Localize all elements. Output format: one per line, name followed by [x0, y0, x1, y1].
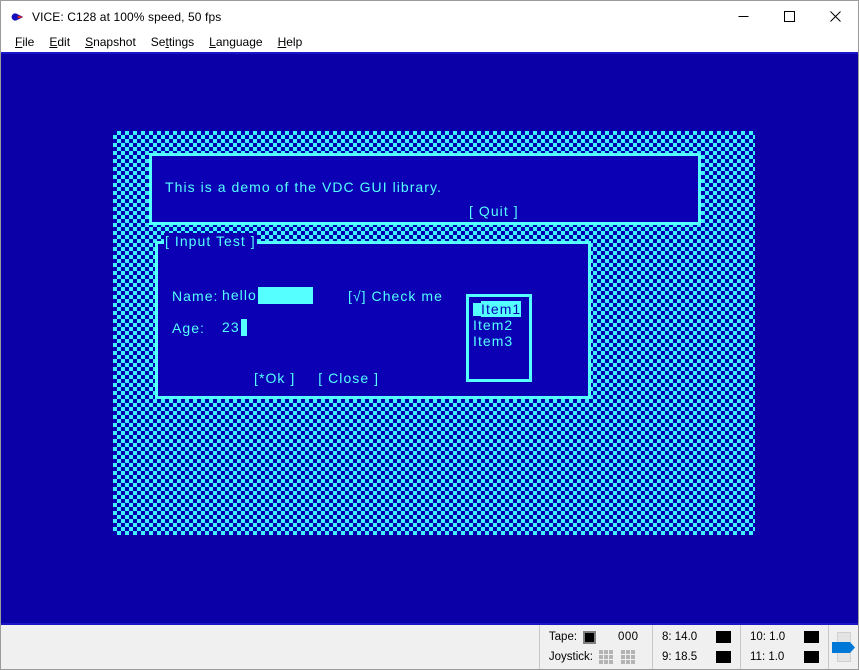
menu-label-settings-rest: tings: [168, 35, 195, 49]
input-test-dialog: [ Input Test ] Name: hello Age: 23 [√] C…: [155, 233, 591, 399]
drive-group-10-11: 10: 1.0 11: 1.0: [740, 625, 828, 669]
age-input[interactable]: 23: [221, 319, 247, 336]
title-bar: VICE: C128 at 100% speed, 50 fps: [1, 1, 858, 32]
menu-label-language-rest: anguage: [215, 35, 263, 49]
menu-label-file-rest: ile: [22, 35, 35, 49]
tape-motor-group: [828, 625, 858, 669]
menu-label-help-rest: elp: [286, 35, 303, 49]
drive-11-led-icon: [804, 651, 819, 663]
vice-emulator-window: VICE: C128 at 100% speed, 50 fps File Ed…: [0, 0, 859, 670]
drive-11-label: 11: 1.0: [750, 651, 785, 663]
maximize-icon[interactable]: [766, 1, 812, 32]
tape-joystick-group: Tape: 000 Joystick:: [538, 625, 652, 669]
list-item[interactable]: Item1: [469, 301, 529, 317]
drive-8-label: 8: 14.0: [662, 631, 698, 643]
menu-item-file[interactable]: File: [8, 33, 42, 51]
age-input-value: 23: [221, 319, 241, 336]
message-panel: This is a demo of the VDC GUI library. […: [149, 153, 701, 225]
name-input[interactable]: hello: [221, 287, 313, 304]
menu-label-snapshot-rest: napshot: [93, 35, 136, 49]
drive-9-led-icon: [716, 651, 731, 663]
menu-item-edit[interactable]: Edit: [42, 33, 78, 51]
list-item-label: Item3: [473, 333, 514, 349]
list-item-label: Item1: [481, 301, 522, 317]
menu-accel-language: L: [209, 35, 216, 49]
menu-item-help[interactable]: Help: [271, 33, 311, 51]
joystick-2-icon[interactable]: [621, 650, 635, 664]
quit-button[interactable]: [ Quit ]: [469, 203, 519, 219]
drive-8-led-icon: [716, 631, 731, 643]
tape-counter: 000: [618, 631, 639, 643]
menu-label-edit-rest: dit: [57, 35, 71, 49]
tape-status[interactable]: Tape: 000: [549, 627, 643, 647]
tape-motor-icon[interactable]: [832, 632, 855, 662]
commodore-logo-icon: [8, 9, 24, 25]
dialog-button-row: [*Ok ] [ Close ]: [254, 370, 379, 386]
list-item-label: Item2: [473, 317, 514, 333]
joystick-status[interactable]: Joystick:: [549, 647, 643, 667]
close-icon[interactable]: [812, 1, 858, 32]
ok-button[interactable]: [*Ok ]: [254, 370, 295, 386]
name-field-label: Name:: [172, 288, 219, 304]
age-field-label: Age:: [172, 320, 205, 336]
menu-bar: File Edit Snapshot Settings Language Hel…: [1, 32, 858, 52]
name-input-value: hello: [221, 287, 258, 304]
item-listbox[interactable]: Item1 Item2 Item3: [466, 294, 532, 382]
status-groups: Tape: 000 Joystick: 8: 14.0 9: 18.5 10: …: [538, 625, 858, 669]
drive-status-10[interactable]: 10: 1.0: [750, 627, 819, 647]
drive-9-label: 9: 18.5: [662, 651, 698, 663]
tape-label: Tape:: [548, 631, 578, 643]
input-test-frame-title: [ Input Test ]: [164, 233, 257, 249]
demo-message-text: This is a demo of the VDC GUI library.: [165, 179, 442, 195]
check-me-checkbox[interactable]: [√] Check me: [348, 288, 443, 304]
menu-label-settings-pre: Se: [150, 35, 166, 49]
list-cursor-icon: [473, 303, 481, 316]
list-item[interactable]: Item3: [469, 333, 529, 349]
drive-status-8[interactable]: 8: 14.0: [662, 627, 731, 647]
drive-group-8-9: 8: 14.0 9: 18.5: [652, 625, 740, 669]
drive-10-led-icon: [804, 631, 819, 643]
status-bar: Tape: 000 Joystick: 8: 14.0 9: 18.5 10: …: [1, 623, 858, 669]
drive-status-11[interactable]: 11: 1.0: [750, 647, 819, 667]
menu-accel-help: H: [277, 35, 287, 49]
menu-item-language[interactable]: Language: [202, 33, 270, 51]
vdc-screen[interactable]: This is a demo of the VDC GUI library. […: [113, 131, 755, 535]
menu-accel-snapshot: S: [85, 35, 94, 49]
joystick-label: Joystick:: [548, 651, 593, 663]
emulator-canvas[interactable]: This is a demo of the VDC GUI library. […: [1, 52, 858, 623]
drive-status-9[interactable]: 9: 18.5: [662, 647, 731, 667]
window-controls: [720, 1, 858, 32]
joystick-1-icon[interactable]: [599, 650, 613, 664]
window-title: VICE: C128 at 100% speed, 50 fps: [32, 9, 222, 24]
minimize-icon[interactable]: [720, 1, 766, 32]
tape-motor-flag-icon: [832, 642, 855, 653]
tape-led-icon: [583, 630, 597, 644]
list-item[interactable]: Item2: [469, 317, 529, 333]
close-button[interactable]: [ Close ]: [318, 370, 379, 386]
menu-item-settings[interactable]: Settings: [144, 33, 202, 51]
drive-10-label: 10: 1.0: [750, 631, 786, 643]
menu-item-snapshot[interactable]: Snapshot: [78, 33, 144, 51]
